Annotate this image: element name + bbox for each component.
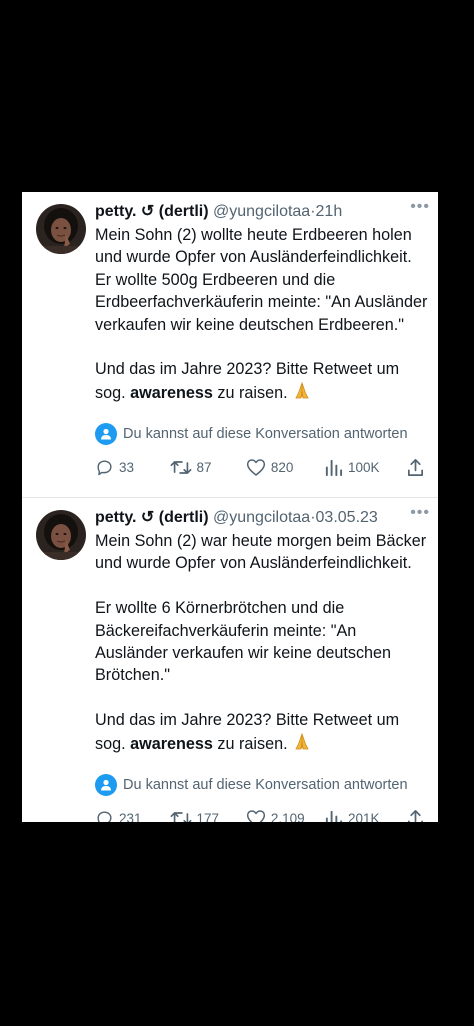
like-button[interactable]: 820 [246,458,324,477]
tweet-paragraph: Mein Sohn (2) war heute morgen beim Bäck… [95,532,427,573]
timestamp[interactable]: 03.05.23 [316,509,378,526]
views-count: 201K [348,810,380,822]
retweet-button[interactable]: 177 [170,809,246,822]
tweet[interactable]: ••• petty. ↺ (dertli) @yungcilotaa·21h M… [22,192,438,498]
tweet-paragraph: Und das im Jahre 2023? Bitte Retweet um … [95,709,430,758]
reply-count: 33 [119,459,135,475]
tweet-paragraph: Und das im Jahre 2023? Bitte Retweet um … [95,358,430,407]
like-count: 2.109 [270,810,305,822]
display-name[interactable]: petty. ↺ (dertli) [95,203,209,220]
text-segment: zu raisen. [212,383,293,402]
avatar[interactable] [36,204,86,254]
text-segment: zu raisen. [212,734,293,753]
retweet-button[interactable]: 87 [170,458,246,477]
tweet-header: petty. ↺ (dertli) @yungcilotaa·21h [95,202,430,222]
views-icon [325,459,343,476]
folded-hands-emoji [292,732,312,758]
views-button[interactable]: 201K [324,809,404,822]
reply-notice: Du kannst auf diese Konversation antwort… [95,423,430,446]
retweet-icon [170,811,191,822]
reply-notice: Du kannst auf diese Konversation antwort… [95,774,430,797]
timestamp[interactable]: 21h [316,203,343,220]
heart-icon [246,809,265,822]
bold-text: awareness [130,734,213,753]
tweet[interactable]: ••• petty. ↺ (dertli) @yungcilotaa·03.05… [22,498,438,822]
display-name[interactable]: petty. ↺ (dertli) [95,509,209,526]
heart-icon [246,458,265,476]
handle[interactable]: @yungcilotaa [213,509,310,526]
action-bar: 231 177 2.109 201K [95,808,430,822]
tweet-header: petty. ↺ (dertli) @yungcilotaa·03.05.23 [95,508,430,528]
tweet-text: Mein Sohn (2) war heute morgen beim Bäck… [95,530,430,758]
like-count: 820 [270,459,294,475]
views-count: 100K [348,459,380,475]
retweet-icon [170,460,191,474]
handle[interactable]: @yungcilotaa [213,203,310,220]
reply-notice-text: Du kannst auf diese Konversation antwort… [123,426,408,443]
retweet-count: 87 [196,459,212,475]
tweet-paragraph: Mein Sohn (2) wollte heute Erdbeeren hol… [95,226,428,334]
share-icon [407,809,424,822]
like-button[interactable]: 2.109 [246,809,324,822]
person-icon [95,423,117,446]
action-bar: 33 87 820 100K [95,457,430,477]
reply-button[interactable]: 231 [95,809,170,822]
views-button[interactable]: 100K [324,458,404,477]
tweet-text: Mein Sohn (2) wollte heute Erdbeeren hol… [95,224,430,407]
reply-notice-text: Du kannst auf diese Konversation antwort… [123,777,408,794]
person-icon [95,774,117,797]
share-button[interactable] [406,809,430,822]
screenshot-card: ••• petty. ↺ (dertli) @yungcilotaa·21h M… [22,192,438,822]
share-button[interactable] [406,458,430,477]
reply-icon [97,460,112,476]
reply-count: 231 [119,810,142,822]
views-icon [325,810,343,822]
retweet-count: 177 [196,810,220,822]
reply-button[interactable]: 33 [95,458,170,477]
share-icon [407,458,424,476]
avatar[interactable] [36,510,86,560]
folded-hands-emoji [292,381,312,407]
tweet-paragraph: Er wollte 6 Körnerbrötchen und die Bäcke… [95,599,392,685]
bold-text: awareness [130,383,213,402]
reply-icon [97,810,112,822]
